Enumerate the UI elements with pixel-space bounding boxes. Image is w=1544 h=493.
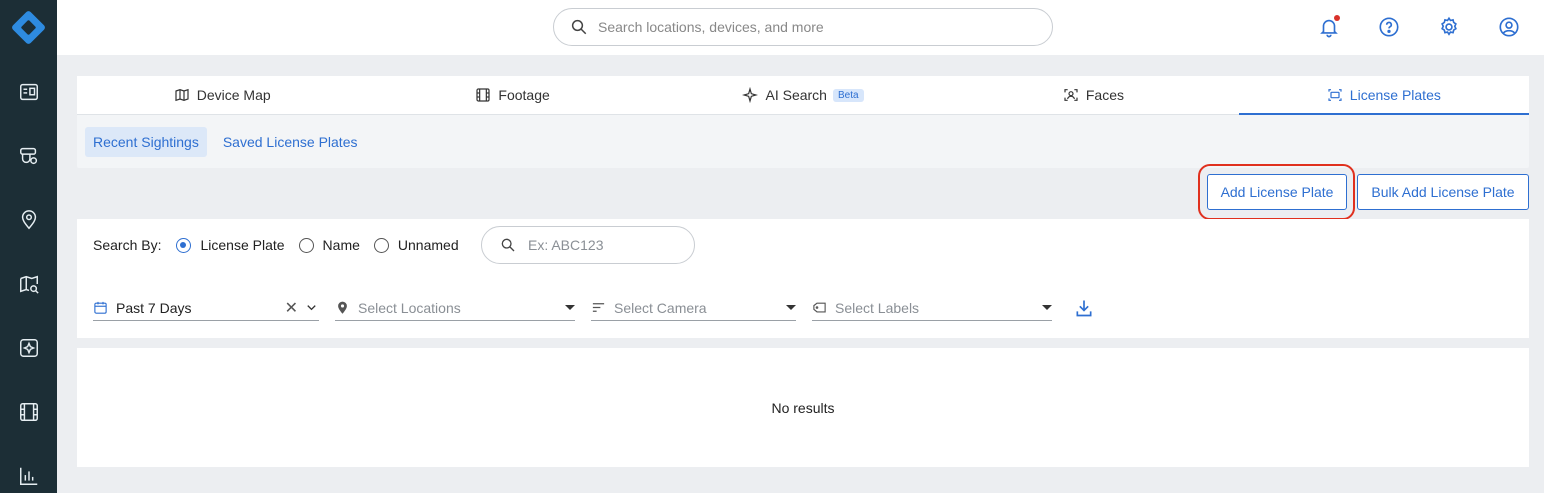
sidebar-item-devices[interactable] — [0, 136, 57, 176]
bulk-add-license-plate-button[interactable]: Bulk Add License Plate — [1357, 174, 1529, 210]
search-icon — [501, 238, 515, 252]
subtab-saved-license-plates[interactable]: Saved License Plates — [215, 127, 366, 157]
settings-button[interactable] — [1436, 14, 1462, 40]
radio-circle[interactable] — [373, 237, 389, 253]
film-icon — [476, 88, 491, 102]
date-range-value: Past 7 Days — [116, 299, 192, 316]
radio-license-plate[interactable]: License Plate — [176, 237, 285, 253]
add-license-plate-button[interactable]: Add License Plate — [1207, 174, 1347, 210]
dropdown-caret-icon — [786, 305, 796, 310]
filter-card: Search By: License Plate Name Unnamed Pa… — [77, 219, 1529, 338]
bar-chart-icon — [19, 467, 37, 485]
camera-device-icon — [19, 147, 37, 165]
radio-circle[interactable] — [176, 237, 192, 253]
labels-placeholder: Select Labels — [835, 299, 920, 316]
sparkle-icon — [742, 87, 759, 103]
tab-label: Faces — [1085, 87, 1124, 103]
film-icon — [19, 403, 38, 421]
plate-search-input[interactable] — [528, 237, 678, 253]
calendar-icon — [94, 301, 107, 314]
locations-placeholder: Select Locations — [358, 299, 461, 316]
search-by-label: Search By: — [93, 237, 162, 253]
main-tabs: Device Map Footage AI Search Beta Faces … — [77, 76, 1530, 115]
notification-dot — [1334, 15, 1340, 21]
location-pin-icon — [338, 301, 347, 314]
search-by-group: Search By: License Plate Name Unnamed — [93, 237, 459, 253]
tab-license-plates[interactable]: License Plates — [1238, 76, 1530, 115]
empty-results-text: No results — [771, 399, 835, 416]
labels-select[interactable]: Select Labels — [812, 295, 1052, 321]
help-button[interactable] — [1376, 14, 1402, 40]
dropdown-caret-icon — [1042, 305, 1052, 310]
plate-search[interactable] — [481, 226, 695, 264]
sidebar-item-analytics[interactable] — [0, 456, 57, 493]
global-search[interactable] — [553, 8, 1053, 46]
tab-footage[interactable]: Footage — [367, 76, 657, 114]
radio-circle[interactable] — [298, 237, 314, 253]
tab-label: AI Search — [765, 87, 827, 103]
download-icon[interactable] — [1074, 298, 1094, 318]
tab-faces[interactable]: Faces — [948, 76, 1238, 114]
camera-select[interactable]: Select Camera — [591, 295, 796, 321]
sidebar-item-dashboard[interactable] — [0, 72, 57, 112]
sidebar-item-ai[interactable] — [0, 328, 57, 368]
map-search-icon — [19, 275, 39, 294]
license-plate-icon — [1328, 89, 1342, 101]
help-icon — [1379, 17, 1399, 37]
account-button[interactable] — [1496, 14, 1522, 40]
subtabs: Recent Sightings Saved License Plates — [85, 127, 365, 157]
location-pin-icon — [21, 210, 36, 230]
radio-label: Name — [322, 237, 360, 253]
radio-unnamed[interactable]: Unnamed — [373, 237, 459, 253]
tab-label: Footage — [498, 87, 550, 103]
tab-label: Device Map — [196, 87, 271, 103]
app-logo-icon[interactable] — [11, 10, 46, 45]
chevron-down-icon[interactable] — [304, 300, 319, 315]
clear-icon[interactable]: ✕ — [285, 298, 298, 318]
sidebar-item-locations[interactable] — [0, 200, 57, 240]
radio-name[interactable]: Name — [298, 237, 360, 253]
date-range-select[interactable]: Past 7 Days ✕ — [93, 295, 319, 321]
subtab-recent-sightings[interactable]: Recent Sightings — [85, 127, 207, 157]
radio-label: Unnamed — [397, 237, 459, 253]
dashboard-icon — [19, 83, 38, 101]
notifications-button[interactable] — [1316, 14, 1342, 40]
beta-badge: Beta — [832, 88, 864, 102]
top-bar — [57, 0, 1544, 55]
ai-sparkle-icon — [19, 339, 38, 357]
sort-lines-icon — [592, 303, 605, 312]
sidebar-item-footage[interactable] — [0, 392, 57, 432]
radio-label: License Plate — [200, 237, 285, 253]
tab-device-map[interactable]: Device Map — [77, 76, 367, 114]
camera-placeholder: Select Camera — [614, 299, 707, 316]
tag-icon — [813, 302, 826, 313]
map-icon — [175, 88, 189, 102]
user-avatar-icon — [1499, 17, 1519, 37]
tab-ai-search[interactable]: AI Search Beta — [658, 76, 948, 114]
locations-select[interactable]: Select Locations — [335, 295, 575, 321]
sidebar-item-map-search[interactable] — [0, 264, 57, 304]
sidebar — [0, 0, 57, 493]
tab-label: License Plates — [1349, 87, 1441, 103]
gear-icon — [1441, 16, 1457, 36]
dropdown-caret-icon — [565, 305, 575, 310]
results-panel: No results — [77, 348, 1529, 467]
search-icon — [571, 19, 587, 35]
face-scan-icon — [1064, 89, 1078, 101]
tabs-card: Device Map Footage AI Search Beta Faces … — [77, 76, 1530, 168]
global-search-input[interactable] — [598, 19, 998, 35]
